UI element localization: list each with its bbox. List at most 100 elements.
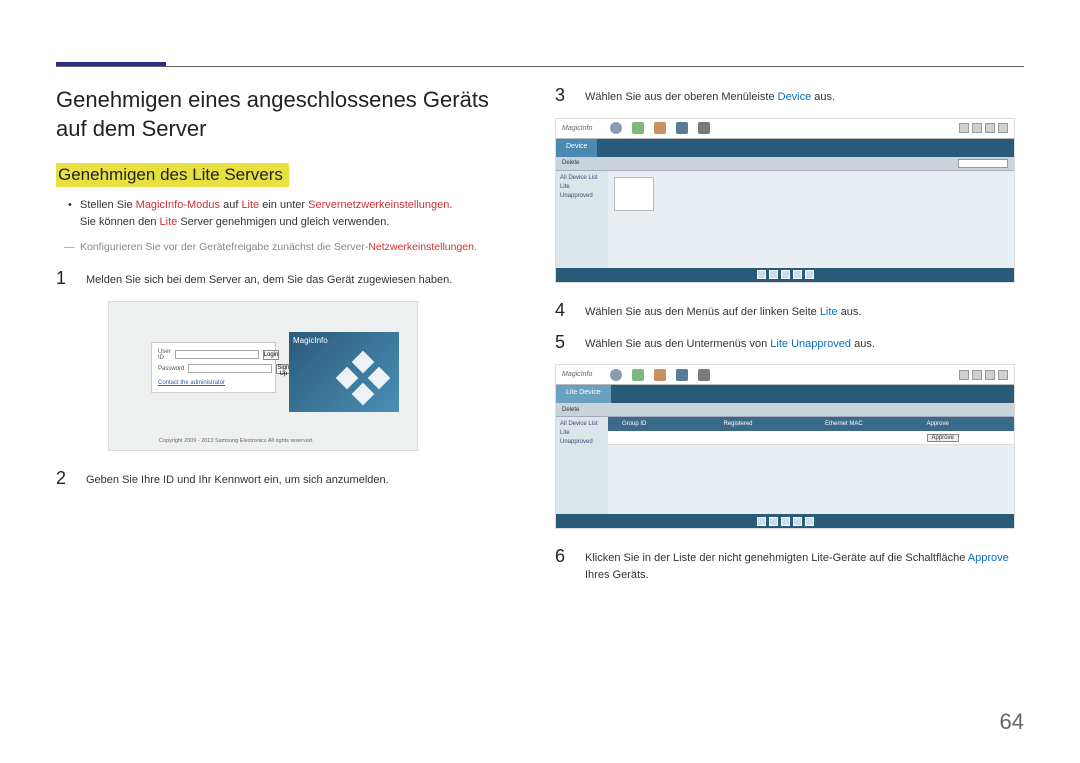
pager-btn-icon[interactable] <box>793 517 802 526</box>
win-btn-icon[interactable] <box>985 123 995 133</box>
gear-icon[interactable] <box>610 369 622 381</box>
step-number: 3 <box>555 86 571 106</box>
window-controls <box>959 370 1008 380</box>
app-topbar: MagicInfo <box>556 119 1014 139</box>
content-icon[interactable] <box>632 369 644 381</box>
device-icon[interactable] <box>676 369 688 381</box>
user-icon[interactable] <box>654 369 666 381</box>
device-table: Group ID Registered Ethernet MAC Approve… <box>608 417 1014 514</box>
app-logo: MagicInfo <box>562 125 592 132</box>
diamond-graphic <box>339 354 387 402</box>
device-grid <box>608 171 1014 268</box>
app-logo: MagicInfo <box>562 371 592 378</box>
step-6: 6 Klicken Sie in der Liste der nicht gen… <box>555 547 1024 583</box>
pager-btn-icon[interactable] <box>769 517 778 526</box>
sidebar: All Device List Lite Unapproved <box>556 417 608 514</box>
win-btn-icon[interactable] <box>972 370 982 380</box>
step-number: 5 <box>555 333 571 353</box>
stats-icon[interactable] <box>698 122 710 134</box>
pager-btn-icon[interactable] <box>757 517 766 526</box>
content-columns: Genehmigen eines angeschlossenes Geräts … <box>56 86 1024 595</box>
contact-admin-link[interactable]: Contact the administrator <box>158 380 269 386</box>
app-topbar: MagicInfo <box>556 365 1014 385</box>
password-input[interactable] <box>188 364 272 373</box>
page-number: 64 <box>1000 709 1024 735</box>
pager-btn-icon[interactable] <box>793 270 802 279</box>
win-btn-icon[interactable] <box>972 123 982 133</box>
win-btn-icon[interactable] <box>998 370 1008 380</box>
copyright-text: Copyright 2009 - 2013 Samsung Electronic… <box>159 438 313 444</box>
sidebar-item[interactable]: All Device List <box>560 175 604 181</box>
pager-btn-icon[interactable] <box>769 270 778 279</box>
user-icon[interactable] <box>654 122 666 134</box>
toolbar: Delete <box>556 157 1014 171</box>
step-text: Klicken Sie in der Liste der nicht geneh… <box>585 547 1009 583</box>
login-branding: MagicInfo <box>289 332 399 412</box>
table-header: Group ID Registered Ethernet MAC Approve <box>608 417 1014 431</box>
sidebar-item-unapproved[interactable]: Unapproved <box>560 439 604 445</box>
pager-btn-icon[interactable] <box>805 517 814 526</box>
search-input[interactable] <box>958 159 1008 168</box>
step-number: 4 <box>555 301 571 321</box>
page-title: Genehmigen eines angeschlossenes Geräts … <box>56 86 525 143</box>
step-number: 1 <box>56 269 72 289</box>
content-icon[interactable] <box>632 122 644 134</box>
user-id-label: User ID <box>158 349 171 361</box>
step-number: 2 <box>56 469 72 489</box>
top-rule <box>56 66 1024 67</box>
table-row[interactable]: Approve <box>608 431 1014 445</box>
unapproved-screenshot: MagicInfo Lite Device <box>555 364 1015 529</box>
delete-button[interactable]: Delete <box>562 407 579 413</box>
bullet-item: Stellen Sie MagicInfo-Modus auf Lite ein… <box>80 197 525 230</box>
login-screenshot: User ID Login Password Sign Up Contact t… <box>108 301 418 451</box>
pager <box>556 268 1014 282</box>
win-btn-icon[interactable] <box>998 123 1008 133</box>
step-text: Melden Sie sich bei dem Server an, dem S… <box>86 269 452 289</box>
step-text: Wählen Sie aus den Untermenüs von Lite U… <box>585 333 875 353</box>
right-column: 3 Wählen Sie aus der oberen Menüleiste D… <box>555 86 1024 595</box>
approve-button[interactable]: Approve <box>927 434 959 442</box>
window-controls <box>959 123 1008 133</box>
win-btn-icon[interactable] <box>959 123 969 133</box>
step-2: 2 Geben Sie Ihre ID und Ihr Kennwort ein… <box>56 469 525 489</box>
device-tile[interactable] <box>614 177 654 211</box>
sidebar: All Device List Lite Unapproved <box>556 171 608 268</box>
sidebar-item[interactable]: All Device List <box>560 421 604 427</box>
pager-btn-icon[interactable] <box>781 270 790 279</box>
stats-icon[interactable] <box>698 369 710 381</box>
login-panel: User ID Login Password Sign Up Contact t… <box>151 342 276 393</box>
device-icon[interactable] <box>676 122 688 134</box>
password-label: Password <box>158 366 184 372</box>
section-heading: Genehmigen des Lite Servers <box>56 163 289 187</box>
user-id-input[interactable] <box>175 350 259 359</box>
device-screenshot: MagicInfo Device Dele <box>555 118 1015 283</box>
step-text: Wählen Sie aus den Menüs auf der linken … <box>585 301 861 321</box>
tab-lite-device[interactable]: Lite Device <box>556 385 611 403</box>
sidebar-item[interactable]: Lite <box>560 184 604 190</box>
bullet-list: Stellen Sie MagicInfo-Modus auf Lite ein… <box>56 197 525 230</box>
step-3: 3 Wählen Sie aus der oberen Menüleiste D… <box>555 86 1024 106</box>
sidebar-item[interactable]: Unapproved <box>560 193 604 199</box>
pager-btn-icon[interactable] <box>805 270 814 279</box>
pager-btn-icon[interactable] <box>781 517 790 526</box>
step-5: 5 Wählen Sie aus den Untermenüs von Lite… <box>555 333 1024 353</box>
pager-btn-icon[interactable] <box>757 270 766 279</box>
gear-icon[interactable] <box>610 122 622 134</box>
tab-device[interactable]: Device <box>556 139 597 157</box>
step-text: Geben Sie Ihre ID und Ihr Kennwort ein, … <box>86 469 389 489</box>
nav-tabs: Lite Device <box>556 385 1014 403</box>
step-number: 6 <box>555 547 571 567</box>
step-4: 4 Wählen Sie aus den Menüs auf der linke… <box>555 301 1024 321</box>
step-1: 1 Melden Sie sich bei dem Server an, dem… <box>56 269 525 289</box>
left-column: Genehmigen eines angeschlossenes Geräts … <box>56 86 525 595</box>
nav-tabs: Device <box>556 139 1014 157</box>
step-text: Wählen Sie aus der oberen Menüleiste Dev… <box>585 86 835 106</box>
pager <box>556 514 1014 528</box>
delete-button[interactable]: Delete <box>562 160 579 166</box>
toolbar: Delete <box>556 403 1014 417</box>
config-note: Konfigurieren Sie vor der Gerätefreigabe… <box>56 240 525 255</box>
login-button[interactable]: Login <box>263 350 280 360</box>
sidebar-item-lite[interactable]: Lite <box>560 430 604 436</box>
win-btn-icon[interactable] <box>985 370 995 380</box>
win-btn-icon[interactable] <box>959 370 969 380</box>
